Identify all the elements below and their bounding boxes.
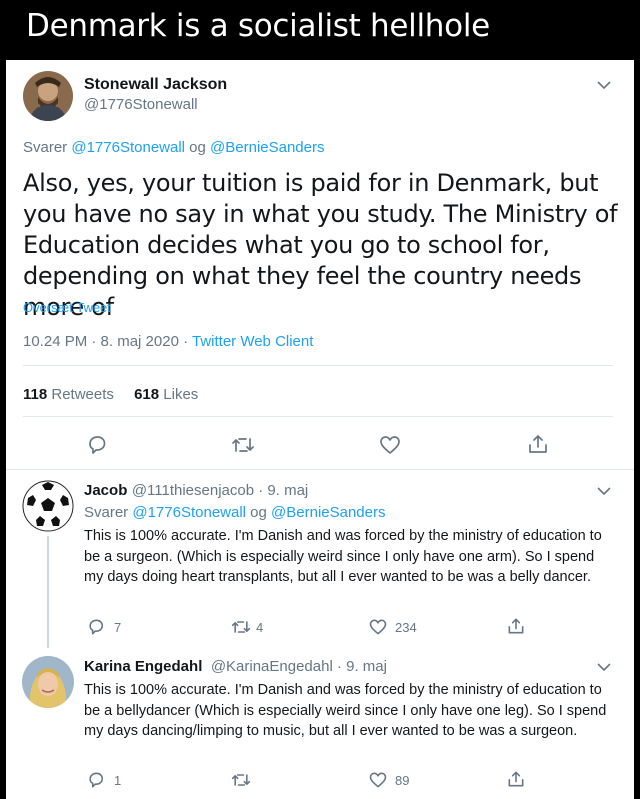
reply-header: Karina Engedahl @KarinaEngedahl · 9. maj [84,658,387,676]
avatar[interactable] [22,656,74,708]
retweet-icon[interactable] [230,617,252,637]
translate-link[interactable]: Oversæt Tweet [23,300,111,315]
meme-header: Denmark is a socialist hellhole [0,0,640,56]
reply-mention-1[interactable]: @1776Stonewall [71,139,185,156]
like-icon[interactable] [368,770,388,790]
reply-handle-date[interactable]: @KarinaEngedahl · 9. maj [211,658,387,675]
reply-author-name[interactable]: Karina Engedahl [84,658,202,675]
tweet-panel: Stonewall Jackson @1776Stonewall Svarer … [6,60,634,799]
reply-header: Jacob @111thiesenjacob · 9. maj [84,482,308,500]
reply-mention-2[interactable]: @BernieSanders [271,504,385,521]
avatar[interactable] [22,480,74,532]
share-icon[interactable] [506,769,526,789]
share-icon[interactable] [526,432,550,456]
tweet-stats: 118 Retweets 618 Likes [23,386,198,403]
like-icon[interactable] [368,617,388,637]
retweets-label: Retweets [51,386,114,403]
replying-to: Svarer @1776Stonewall og @BernieSanders [23,139,325,156]
reply-handle-date[interactable]: @111thiesenjacob · 9. maj [132,482,308,499]
retweet-count: 4 [256,620,264,635]
divider [6,469,634,470]
tweet-timestamp: 10.24 PM · 8. maj 2020 · Twitter Web Cli… [23,333,313,350]
chevron-down-icon[interactable] [597,80,611,90]
replying-prefix: Svarer [84,504,129,521]
author-name[interactable]: Stonewall Jackson [84,76,227,94]
likes-label: Likes [163,386,199,403]
reply-text: This is 100% accurate. I'm Danish and wa… [84,528,602,585]
reply-count: 7 [114,620,122,635]
replying-og: og [189,139,206,156]
divider [23,365,613,366]
tweet-client[interactable]: Twitter Web Client [192,333,313,350]
likes-stat[interactable]: 618 Likes [134,386,198,403]
reply-mention-2[interactable]: @BernieSanders [210,139,324,156]
chevron-down-icon[interactable] [597,662,611,672]
reply-mention-1[interactable]: @1776Stonewall [132,504,246,521]
reply-icon[interactable] [86,617,106,637]
replying-prefix: Svarer [23,139,68,156]
like-count: 89 [395,773,410,788]
tweet-text: Also, yes, your tuition is paid for in D… [23,169,618,321]
tweet-time[interactable]: 10.24 PM · 8. maj 2020 · [23,333,192,350]
chevron-down-icon[interactable] [597,486,611,496]
reply-icon[interactable] [86,770,106,790]
reply-count: 1 [114,773,122,788]
avatar[interactable] [23,71,73,121]
share-icon[interactable] [506,616,526,636]
retweet-icon[interactable] [230,770,252,790]
reply-author-name[interactable]: Jacob [84,482,127,499]
retweets-count: 118 [23,386,48,403]
likes-count: 618 [134,386,160,403]
replying-og: og [250,504,267,521]
retweets-stat[interactable]: 118 Retweets [23,386,114,403]
reply-icon[interactable] [85,433,109,457]
reply-text: This is 100% accurate. I'm Danish and wa… [84,682,607,739]
divider [23,416,613,417]
like-count: 234 [395,620,417,635]
retweet-icon[interactable] [230,433,256,457]
meme-title: Denmark is a socialist hellhole [26,8,490,44]
like-icon[interactable] [378,433,402,457]
author-handle[interactable]: @1776Stonewall [84,96,198,113]
thread-line [47,536,49,648]
replying-to: Svarer @1776Stonewall og @BernieSanders [84,504,386,521]
